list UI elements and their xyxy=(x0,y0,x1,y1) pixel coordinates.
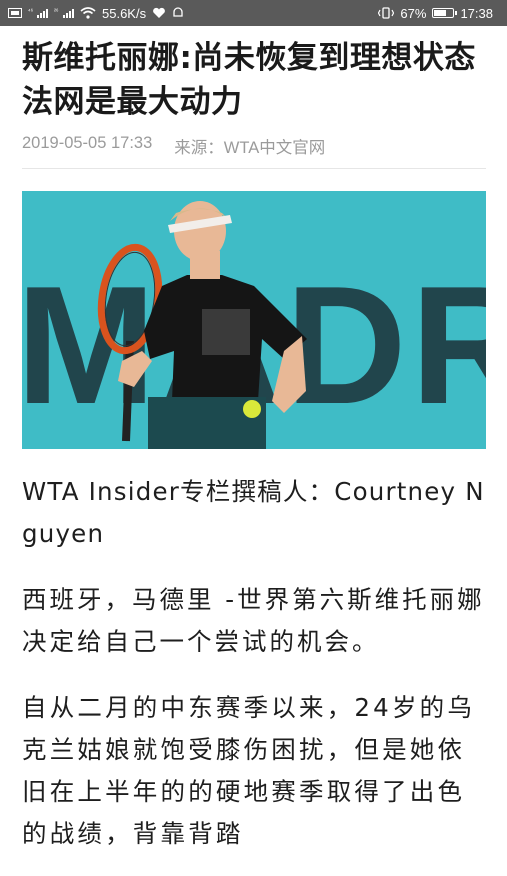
signal-2-icon: ²⁶ xyxy=(54,7,74,19)
network-speed: 55.6K/s xyxy=(102,5,147,21)
clock: 17:38 xyxy=(460,5,493,21)
svg-text:⁴⁶: ⁴⁶ xyxy=(28,8,34,15)
article-title: 斯维托丽娜:尚未恢复到理想状态 法网是最大动力 xyxy=(22,40,476,120)
article-source[interactable]: 来源：WTA中文官网 xyxy=(174,134,325,158)
tennis-ball-icon xyxy=(243,400,261,418)
svg-text:²⁶: ²⁶ xyxy=(54,8,59,15)
notification-icon xyxy=(172,7,184,19)
wifi-icon xyxy=(80,7,96,19)
heart-icon xyxy=(152,7,166,19)
paragraph: 西班牙，马德里 -世界第六斯维托丽娜决定给自己一个尝试的机会。 xyxy=(22,585,485,656)
article-photo[interactable]: MADR xyxy=(22,191,486,449)
vibrate-icon xyxy=(378,7,395,19)
article: 斯维托丽娜:尚未恢复到理想状态 法网是最大动力 2019-05-05 17:33… xyxy=(22,36,486,855)
status-bar: ⁴⁶ ²⁶ 55.6K/s 67% 17:38 xyxy=(0,0,507,26)
publish-date: 2019-05-05 17:33 xyxy=(22,134,153,152)
battery-percent: 67% xyxy=(400,5,427,21)
battery-icon xyxy=(432,8,458,18)
article-meta: 2019-05-05 17:33 来源：WTA中文官网 xyxy=(22,134,486,158)
author-line: WTA Insider专栏撰稿人：Courtney Nguyen xyxy=(22,477,485,548)
divider xyxy=(22,168,486,169)
signal-icon: ⁴⁶ xyxy=(28,7,48,19)
paragraph: 自从二月的中东赛季以来，24岁的乌克兰姑娘就饱受膝伤困扰，但是她依旧在上半年的的… xyxy=(22,693,476,848)
hd-icon xyxy=(8,8,22,18)
tennis-player-illustration xyxy=(97,201,307,449)
